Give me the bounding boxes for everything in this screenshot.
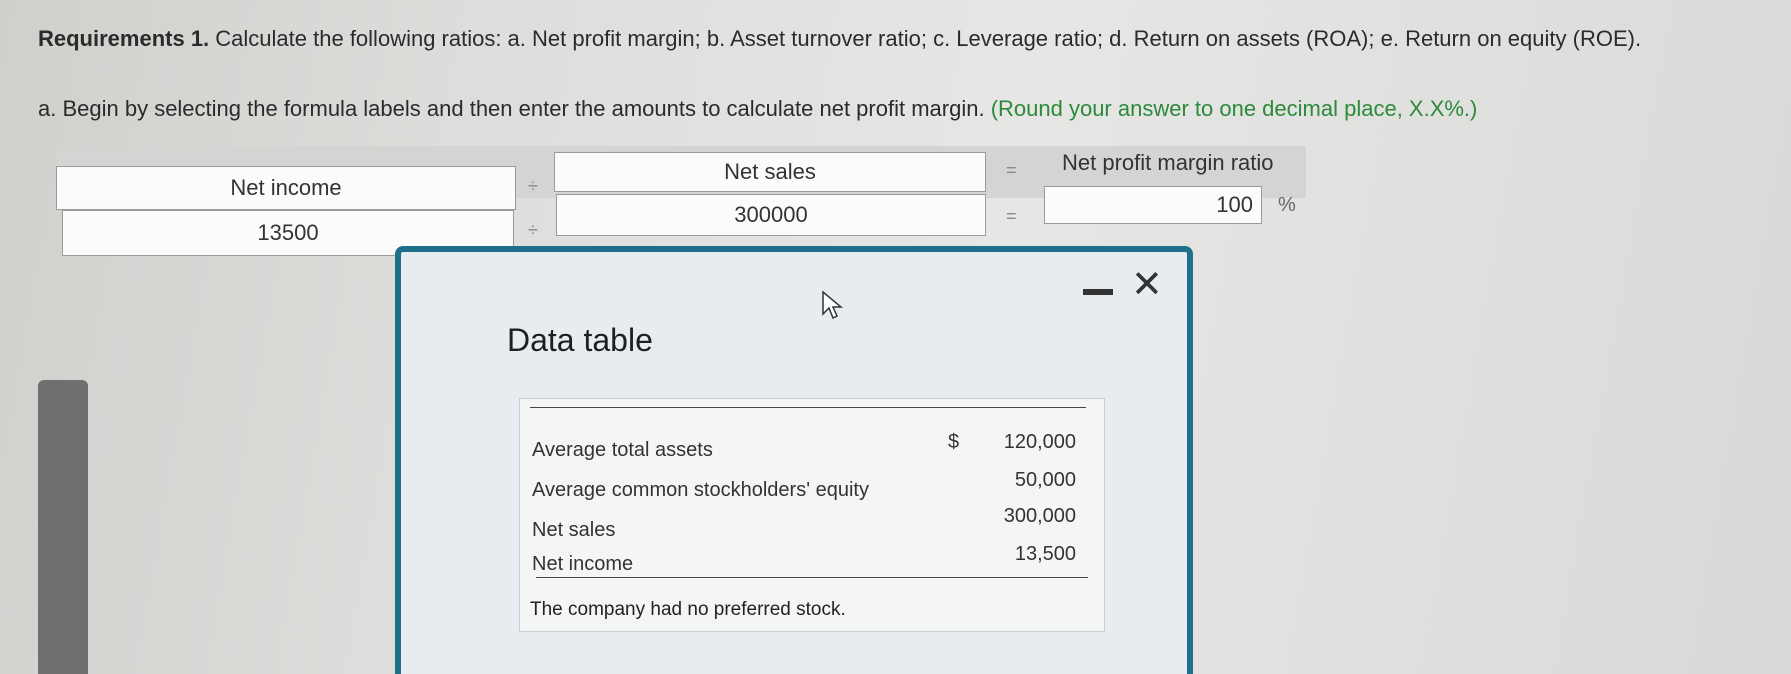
result-value-input[interactable]: 100 (1044, 186, 1262, 224)
denominator-label-text: Net sales (724, 159, 816, 184)
table-row-value: 13,500 (1014, 543, 1076, 565)
mouse-cursor-icon (822, 290, 843, 320)
table-row-value: 50,000 (1014, 469, 1076, 491)
table-row-value: 300,000 (1003, 505, 1076, 527)
numerator-label-select[interactable]: Net income (56, 166, 516, 210)
table-row-value: 120,000 (1003, 431, 1076, 453)
equals-symbol-2: = (1006, 206, 1017, 226)
result-value-text: 100 (1216, 192, 1253, 217)
data-table-dialog: ✕ Data table Average total assets $ 120,… (395, 246, 1193, 674)
denominator-label-select[interactable]: Net sales (554, 152, 986, 192)
divide-symbol-2: ÷ (528, 220, 538, 240)
table-row-label: Net income (532, 553, 634, 575)
dialog-title: Data table (507, 322, 653, 358)
denominator-value-input[interactable]: 300000 (556, 194, 986, 236)
part-a-text: a. Begin by selecting the formula labels… (38, 96, 985, 121)
table-note: The company had no preferred stock. (530, 599, 846, 620)
denominator-value-text: 300000 (734, 202, 808, 227)
equals-symbol-1: = (1006, 160, 1017, 180)
requirements-text: Calculate the following ratios: a. Net p… (215, 26, 1642, 51)
requirements-line: Requirements 1. Calculate the following … (38, 26, 1641, 52)
table-row-label: Net sales (532, 519, 616, 541)
left-screen-edge (38, 380, 88, 674)
table-bottom-rule (536, 577, 1088, 578)
numerator-label-text: Net income (230, 175, 342, 200)
table-row-label: Average common stockholders' equity (532, 479, 869, 501)
divide-symbol-1: ÷ (528, 176, 538, 196)
table-row-label: Average total assets (532, 439, 713, 461)
data-table: Average total assets $ 120,000 Average c… (519, 398, 1105, 632)
part-a-hint: (Round your answer to one decimal place,… (990, 96, 1478, 121)
numerator-value-text: 13500 (257, 220, 319, 245)
minimize-icon[interactable] (1083, 289, 1113, 295)
percent-symbol: % (1278, 194, 1296, 216)
result-label: Net profit margin ratio (1062, 150, 1274, 175)
close-icon[interactable]: ✕ (1131, 266, 1163, 304)
requirements-heading: Requirements 1. (38, 26, 210, 51)
table-top-rule (530, 407, 1086, 408)
currency-symbol: $ (948, 431, 960, 453)
part-a-instruction: a. Begin by selecting the formula labels… (38, 96, 1477, 122)
